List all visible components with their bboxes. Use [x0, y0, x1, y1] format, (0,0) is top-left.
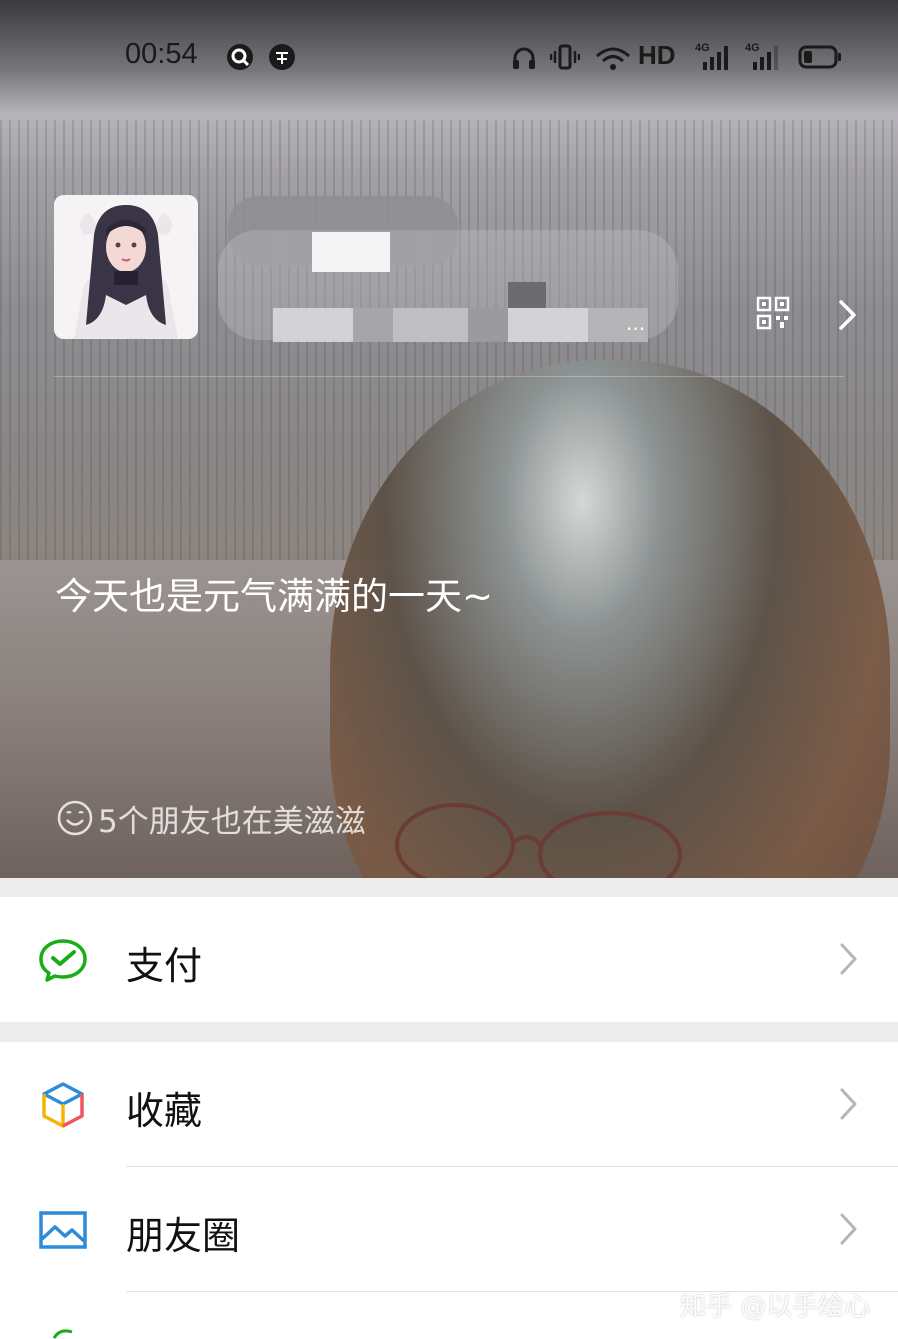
menu-label-pay: 支付 — [126, 944, 203, 988]
avatar-illustration — [54, 195, 198, 339]
avatar[interactable] — [54, 195, 198, 339]
headset-icon — [513, 47, 535, 69]
chevron-right-icon — [840, 1088, 857, 1120]
hd-icon: HD — [638, 40, 676, 70]
battery-icon — [798, 45, 841, 69]
background-photo-glasses — [395, 803, 682, 878]
chevron-right-icon[interactable] — [836, 298, 860, 332]
status-time: 00:54 — [125, 38, 198, 70]
menu-group-pay: 支付 — [0, 897, 898, 1022]
chevron-right-icon — [840, 943, 857, 975]
menu-item-favorites[interactable]: 收藏 — [0, 1042, 898, 1167]
friends-status-row[interactable]: 5个朋友也在美滋滋 — [56, 798, 366, 840]
signal-4g-icon: 4G — [695, 42, 728, 70]
pay-icon — [39, 939, 87, 982]
favorites-cube-icon — [42, 1082, 84, 1128]
watermark: 知乎 @以手绘心 — [680, 1292, 871, 1322]
q-app-icon — [227, 44, 253, 70]
menu-item-moments[interactable]: 朋友圈 — [0, 1167, 898, 1292]
svg-text:...: ... — [626, 311, 645, 335]
menu-label-favorites: 收藏 — [126, 1089, 203, 1133]
friends-status-text: 5个朋友也在美滋滋 — [98, 803, 366, 840]
smile-icon — [57, 800, 93, 836]
svg-text:4G: 4G — [695, 42, 710, 54]
menu-item-pay[interactable]: 支付 — [0, 897, 898, 1022]
wifi-icon — [596, 47, 630, 70]
blurred-nickname: ... — [218, 196, 678, 342]
chevron-right-icon — [840, 1213, 857, 1245]
profile-header: 00:54 HD 4G 4G ... 今天也是元气满满的一天~ 5个朋友也在美滋… — [0, 0, 898, 878]
partial-icon — [52, 1329, 73, 1339]
zhihu-icon — [269, 44, 295, 70]
status-signature[interactable]: 今天也是元气满满的一天~ — [55, 566, 493, 620]
status-bar: 00:54 HD 4G 4G — [0, 0, 898, 110]
header-divider — [54, 376, 844, 377]
qr-code-icon[interactable] — [756, 296, 790, 330]
svg-text:4G: 4G — [745, 42, 760, 54]
moments-picture-icon — [39, 1211, 87, 1249]
signal-4g-icon: 4G — [745, 42, 778, 70]
vibrate-icon — [550, 44, 580, 70]
menu-label-moments: 朋友圈 — [126, 1214, 241, 1258]
